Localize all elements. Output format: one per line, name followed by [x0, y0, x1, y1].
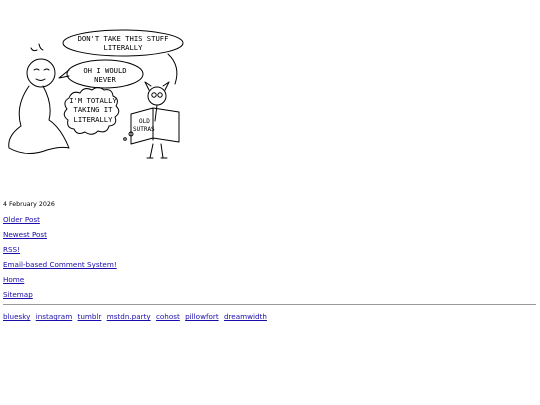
comment-system-link[interactable]: Email-based Comment System! [3, 260, 117, 269]
sitemap-link[interactable]: Sitemap [3, 290, 33, 299]
footer-divider [3, 304, 536, 305]
top-bubble-tail [167, 53, 178, 85]
comic-illustration: DON'T TAKE THIS STUFF LITERALLY OH I WOU… [3, 26, 193, 166]
social-link-tumblr[interactable]: tumblr [78, 312, 102, 321]
bubble-mid-line-1: OH I WOULD [83, 66, 126, 75]
bubble-top-line-2: LITERALLY [104, 43, 144, 52]
social-link-instagram[interactable]: instagram [36, 312, 72, 321]
social-links: bluesky instagram tumblr mstdn.party coh… [3, 312, 270, 321]
right-figure-head [147, 86, 167, 106]
book-label-line-2: SUTRAS [133, 126, 155, 133]
bubble-top-line-1: DON'T TAKE THIS STUFF [78, 34, 169, 43]
social-link-cohost[interactable]: cohost [156, 312, 180, 321]
left-figure-hair [30, 43, 44, 52]
left-figure-eyes [33, 68, 50, 71]
home-link[interactable]: Home [3, 275, 24, 284]
right-figure-horns [144, 81, 170, 91]
social-link-pillowfort[interactable]: pillowfort [185, 312, 219, 321]
social-link-mstdn[interactable]: mstdn.party [107, 312, 151, 321]
thought-line-3: LITERALLY [74, 115, 114, 124]
thought-line-2: TAKING IT [74, 105, 114, 114]
social-link-bluesky[interactable]: bluesky [3, 312, 30, 321]
older-post-link[interactable]: Older Post [3, 215, 40, 224]
social-link-dreamwidth[interactable]: dreamwidth [224, 312, 267, 321]
post-date: 4 February 2026 [3, 201, 55, 208]
book-label-line-1: OLD [139, 118, 150, 125]
rss-link[interactable]: RSS! [3, 245, 20, 254]
newest-post-link[interactable]: Newest Post [3, 230, 47, 239]
left-figure-mouth [35, 78, 46, 81]
left-figure-body [8, 85, 70, 154]
comic-drawing: DON'T TAKE THIS STUFF LITERALLY OH I WOU… [8, 29, 184, 159]
thought-line-1: I'M TOTALLY [69, 96, 117, 105]
bubble-mid-line-2: NEVER [94, 75, 116, 84]
left-figure-head [26, 58, 56, 88]
